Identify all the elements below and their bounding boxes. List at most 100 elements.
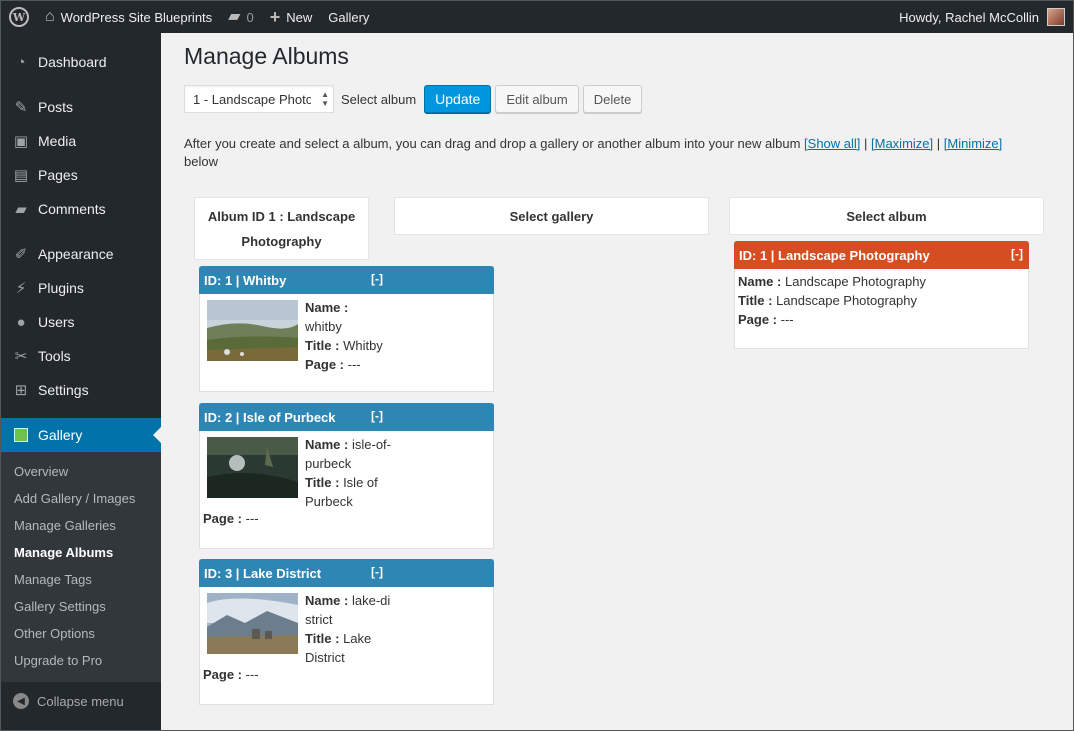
album-card-title: ID: 1 | Landscape Photography [739, 247, 930, 263]
submenu-manage-tags[interactable]: Manage Tags [1, 566, 161, 593]
plus-icon: + [269, 7, 281, 27]
gallery-label: Gallery [328, 9, 370, 25]
sidebar-item-label: Appearance [38, 246, 114, 262]
title-label: Title : [305, 631, 340, 646]
sidebar-item-posts[interactable]: ✎ Posts [1, 90, 161, 124]
howdy-text: Howdy, Rachel McCollin [899, 9, 1039, 25]
gallery-adminbar-link[interactable]: Gallery [320, 1, 377, 33]
name-label: Name : [305, 300, 349, 315]
gallery-card[interactable]: ID: 1 | Whitby [-] Name : whitby Title :… [199, 266, 494, 392]
sidebar-item-gallery[interactable]: Gallery [1, 418, 161, 452]
my-account-menu[interactable]: Howdy, Rachel McCollin [899, 8, 1073, 26]
gallery-page-line: Page : --- [203, 511, 259, 526]
submenu-manage-albums[interactable]: Manage Albums [1, 539, 161, 566]
album-card-header[interactable]: ID: 1 | Landscape Photography [-] [734, 241, 1029, 269]
show-all-link[interactable]: [Show all] [804, 136, 860, 151]
sidebar-item-dashboard[interactable]: ◔ Dashboard [1, 45, 161, 79]
instructions: After you create and select a album, you… [184, 135, 1064, 171]
comments-link[interactable]: ▰ 0 [220, 1, 262, 33]
brush-icon: ✐ [14, 246, 28, 263]
name-value: whitby [305, 319, 342, 334]
album-select[interactable]: 1 - Landscape Photography ▲▼ [184, 85, 334, 113]
album-column-header: Album ID 1 : Landscape Photography [194, 197, 369, 260]
collapse-menu-button[interactable]: ◀ Collapse menu [1, 684, 161, 718]
sidebar-item-plugins[interactable]: ⚡ Plugins [1, 271, 161, 305]
instructions-below: below [184, 154, 218, 169]
page-label: Page : [738, 312, 778, 327]
avatar [1047, 8, 1065, 26]
sidebar-item-label: Media [38, 133, 77, 149]
sidebar-item-pages[interactable]: ▤ Pages [1, 158, 161, 192]
wp-logo-button[interactable]: W [1, 1, 37, 33]
sidebar-item-tools[interactable]: ✂ Tools [1, 339, 161, 373]
collapse-toggle[interactable]: [-] [371, 272, 383, 286]
edit-album-button[interactable]: Edit album [495, 85, 579, 113]
separator: | [860, 136, 872, 151]
name-label: Name : [738, 274, 782, 289]
album-list-column-header: Select album [729, 197, 1044, 235]
select-album-label: Select album [341, 91, 417, 107]
admin-bar: W ⌂ WordPress Site Blueprints ▰ 0 + New … [1, 1, 1073, 33]
user-icon: ● [16, 313, 26, 331]
album-meta: Name : Landscape Photography Title : Lan… [735, 269, 1028, 332]
page-value: --- [347, 357, 361, 372]
collapse-toggle[interactable]: [-] [1011, 247, 1023, 261]
maximize-link[interactable]: [Maximize] [871, 136, 933, 151]
sidebar-item-comments[interactable]: ▰ Comments [1, 192, 161, 226]
submenu-upgrade-pro[interactable]: Upgrade to Pro [1, 647, 161, 674]
submenu-other-options[interactable]: Other Options [1, 620, 161, 647]
wordpress-logo-icon: W [9, 7, 29, 27]
collapse-label: Collapse menu [37, 693, 124, 709]
gallery-meta: Name : isle-of-purbeck Title : Isle of P… [305, 435, 395, 511]
home-icon: ⌂ [45, 8, 55, 25]
collapse-toggle[interactable]: [-] [371, 409, 383, 423]
update-button[interactable]: Update [424, 85, 492, 113]
sidebar-item-appearance[interactable]: ✐ Appearance [1, 237, 161, 271]
gallery-column-header: Select gallery [394, 197, 709, 235]
submenu-overview[interactable]: Overview [1, 458, 161, 485]
name-value: Landscape Photography [784, 274, 926, 289]
page-value: --- [780, 312, 794, 327]
submenu-gallery-settings[interactable]: Gallery Settings [1, 593, 161, 620]
title-label: Title : [738, 293, 773, 308]
sidebar-item-label: Tools [38, 348, 71, 364]
name-label: Name : [305, 437, 349, 452]
minimize-link[interactable]: [Minimize] [944, 136, 1003, 151]
gallery-card-header[interactable]: ID: 2 | Isle of Purbeck [-] [199, 403, 494, 431]
dashboard-icon: ◔ [16, 53, 26, 71]
new-content-button[interactable]: + New [262, 1, 321, 33]
album-card[interactable]: ID: 1 | Landscape Photography [-] Name :… [734, 241, 1029, 349]
sidebar-item-label: Plugins [38, 280, 84, 296]
instructions-text: After you create and select a album, you… [184, 136, 805, 151]
comments-count: 0 [246, 9, 254, 25]
collapse-toggle[interactable]: [-] [371, 565, 383, 579]
plugin-icon: ⚡ [15, 280, 27, 297]
gallery-card[interactable]: ID: 3 | Lake District [-] Name : lake-di… [199, 559, 494, 705]
title-value: Whitby [343, 338, 383, 353]
delete-button[interactable]: Delete [582, 85, 643, 113]
album-select-value: 1 - Landscape Photography [193, 91, 311, 107]
gallery-card-header[interactable]: ID: 3 | Lake District [-] [199, 559, 494, 587]
submenu-add-gallery[interactable]: Add Gallery / Images [1, 485, 161, 512]
gallery-card-title: ID: 3 | Lake District [204, 565, 322, 581]
window: W ⌂ WordPress Site Blueprints ▰ 0 + New … [0, 0, 1074, 731]
gallery-card[interactable]: ID: 2 | Isle of Purbeck [-] Name : isle-… [199, 403, 494, 549]
media-icon: ▣ [13, 133, 29, 150]
page-label: Page : [203, 511, 243, 526]
sidebar-item-settings[interactable]: ⊞ Settings [1, 373, 161, 407]
submenu-manage-galleries[interactable]: Manage Galleries [1, 512, 161, 539]
sidebar-item-media[interactable]: ▣ Media [1, 124, 161, 158]
gallery-card-title: ID: 2 | Isle of Purbeck [204, 409, 336, 425]
site-name-link[interactable]: ⌂ WordPress Site Blueprints [37, 1, 220, 33]
gallery-card-title: ID: 1 | Whitby [204, 272, 287, 288]
gallery-card-header[interactable]: ID: 1 | Whitby [-] [199, 266, 494, 294]
title-label: Title : [305, 338, 340, 353]
comment-icon: ▰ [15, 201, 27, 218]
page-value: --- [245, 667, 259, 682]
sidebar-item-label: Pages [38, 167, 78, 183]
pin-icon: ✎ [14, 99, 28, 116]
title-value: Landscape Photography [776, 293, 918, 308]
main-content: Manage Albums 1 - Landscape Photography … [161, 33, 1073, 730]
admin-sidebar: ◔ Dashboard ✎ Posts ▣ Media ▤ Pages ▰ Co… [1, 33, 161, 730]
sidebar-item-users[interactable]: ● Users [1, 305, 161, 339]
